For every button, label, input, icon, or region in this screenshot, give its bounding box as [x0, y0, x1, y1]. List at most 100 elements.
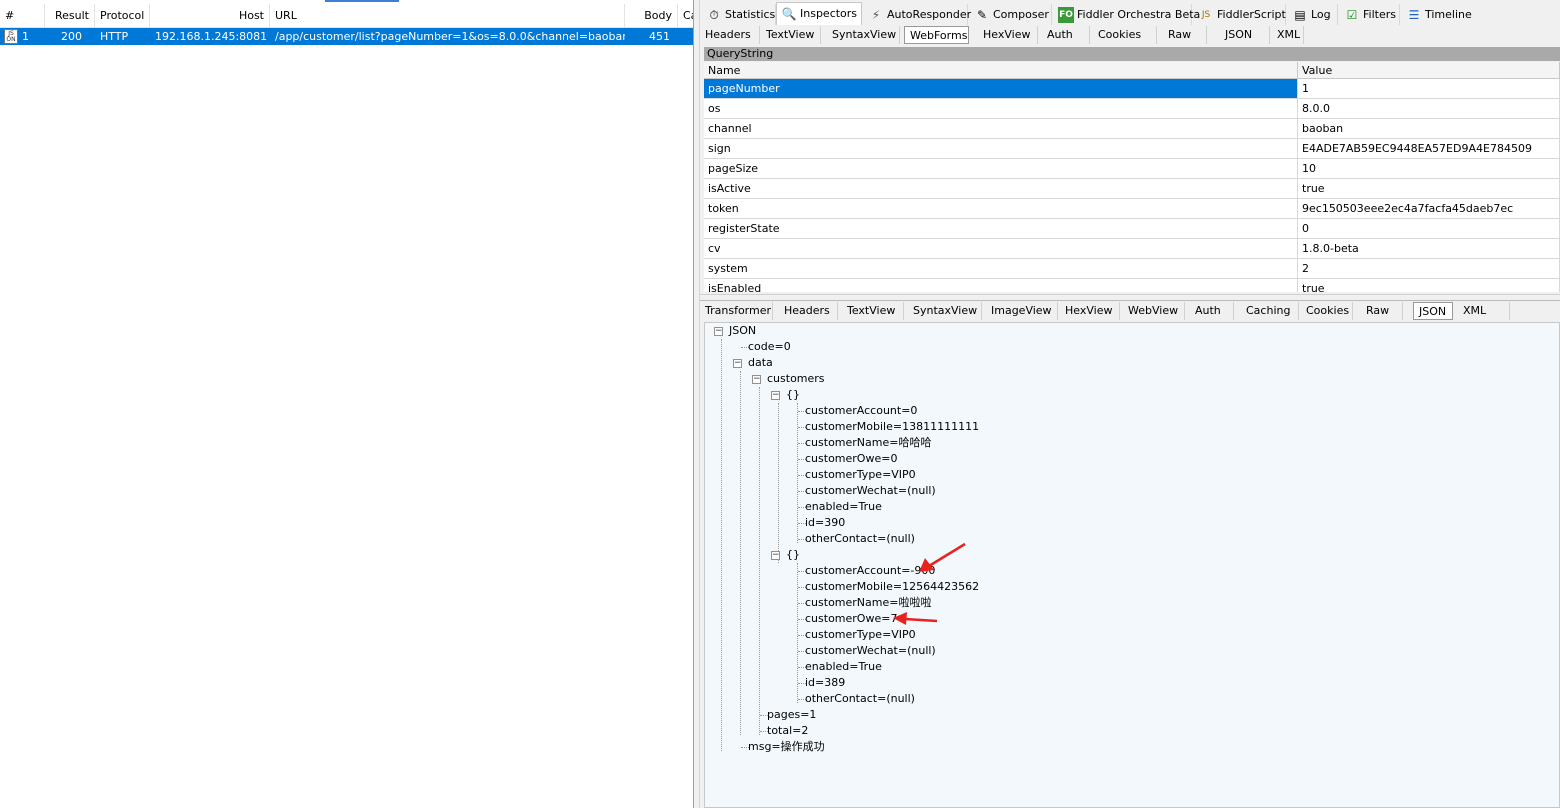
tree-node-code[interactable]: code=0 [748, 339, 791, 355]
req-tab-headers[interactable]: Headers [700, 26, 760, 44]
querystring-row[interactable]: pageSize 10 [704, 159, 1560, 179]
querystring-row[interactable]: isEnabled true [704, 279, 1560, 292]
querystring-row[interactable]: pageNumber 1 [704, 79, 1560, 99]
resp-tab-xml[interactable]: XML [1458, 302, 1510, 320]
tree-node-msg[interactable]: msg=操作成功 [748, 739, 825, 755]
tree-node-field[interactable]: customerWechat=(null) [805, 483, 936, 499]
tree-node-field[interactable]: id=390 [805, 515, 845, 531]
grid-header-name[interactable]: Name [704, 62, 1298, 79]
querystring-row[interactable]: token 9ec150503eee2ec4a7facfa45daeb7ec [704, 199, 1560, 219]
collapse-toggle[interactable]: − [733, 359, 742, 368]
req-tab-hexview[interactable]: HexView [978, 26, 1038, 44]
tree-node-customers[interactable]: customers [767, 371, 825, 387]
querystring-row[interactable]: os 8.0.0 [704, 99, 1560, 119]
tree-node-field[interactable]: enabled=True [805, 499, 882, 515]
resp-tab-webview[interactable]: WebView [1123, 302, 1185, 320]
param-name: isEnabled [704, 279, 1298, 292]
param-name: pageSize [704, 159, 1298, 179]
collapse-toggle[interactable]: − [771, 551, 780, 560]
tab-autoresponder[interactable]: ⚡ AutoResponder [864, 4, 971, 26]
param-value: 10 [1298, 159, 1560, 179]
session-row[interactable]: JS ON 1 200 HTTP 192.168.1.245:8081 /app/… [0, 28, 693, 45]
tree-node-root[interactable]: JSON [729, 323, 756, 339]
pane-splitter[interactable] [693, 0, 700, 808]
column-header-caching[interactable]: Ca [678, 4, 693, 28]
tree-node-field[interactable]: customerAccount=0 [805, 403, 917, 419]
column-header-host[interactable]: Host [150, 4, 270, 28]
querystring-row[interactable]: isActive true [704, 179, 1560, 199]
querystring-grid: Name Value pageNumber 1 os 8.0.0 channel baob… [704, 62, 1560, 292]
tab-indicator [325, 0, 399, 2]
column-header-number[interactable]: # [0, 4, 45, 28]
querystring-row[interactable]: cv 1.8.0-beta [704, 239, 1560, 259]
tab-filters[interactable]: ☑ Filters [1340, 4, 1400, 26]
tree-node-object[interactable]: {} [786, 547, 800, 563]
column-header-url[interactable]: URL [270, 4, 625, 28]
tree-node-field[interactable]: enabled=True [805, 659, 882, 675]
tab-inspectors[interactable]: 🔍 Inspectors [776, 2, 862, 26]
querystring-row[interactable]: system 2 [704, 259, 1560, 279]
req-tab-webforms[interactable]: WebForms [904, 26, 969, 44]
pencil-icon: ✎ [976, 8, 988, 22]
resp-tab-textview[interactable]: TextView [842, 302, 904, 320]
req-tab-auth[interactable]: Auth [1042, 26, 1090, 44]
tree-node-field[interactable]: customerWechat=(null) [805, 643, 936, 659]
req-tab-cookies[interactable]: Cookies [1093, 26, 1157, 44]
tree-node-field[interactable]: customerName=啦啦啦 [805, 595, 931, 611]
tab-fiddler-orchestra[interactable]: FO Fiddler Orchestra Beta [1054, 4, 1200, 26]
querystring-row[interactable]: registerState 0 [704, 219, 1560, 239]
querystring-title: QueryString [704, 47, 1560, 61]
tree-node-field[interactable]: otherContact=(null) [805, 691, 915, 707]
response-tab-bar: Transformer Headers TextView SyntaxView … [700, 301, 1560, 321]
tree-node-field[interactable]: customerOwe=0 [805, 451, 897, 467]
req-tab-textview[interactable]: TextView [761, 26, 821, 44]
tab-statistics[interactable]: ⏱ Statistics [702, 4, 776, 26]
req-tab-json[interactable]: JSON [1220, 26, 1270, 44]
tree-node-field[interactable]: customerAccount=-900 [805, 563, 935, 579]
tree-node-pages[interactable]: pages=1 [767, 707, 816, 723]
resp-tab-json[interactable]: JSON [1413, 302, 1453, 320]
tree-node-field[interactable]: customerName=哈哈哈 [805, 435, 931, 451]
column-header-protocol[interactable]: Protocol [95, 4, 150, 28]
req-tab-raw[interactable]: Raw [1163, 26, 1207, 44]
tree-node-field[interactable]: customerMobile=13811111111 [805, 419, 979, 435]
tree-node-object[interactable]: {} [786, 387, 800, 403]
session-number: 1 [22, 30, 29, 43]
req-tab-xml[interactable]: XML [1272, 26, 1304, 44]
resp-tab-headers[interactable]: Headers [779, 302, 838, 320]
tree-node-field[interactable]: id=389 [805, 675, 845, 691]
resp-tab-hexview[interactable]: HexView [1060, 302, 1120, 320]
tab-composer[interactable]: ✎ Composer [970, 4, 1052, 26]
tree-node-total[interactable]: total=2 [767, 723, 808, 739]
horizontal-splitter[interactable] [700, 294, 1560, 301]
tree-node-data[interactable]: data [748, 355, 773, 371]
req-tab-syntaxview[interactable]: SyntaxView [827, 26, 900, 44]
grid-header-value[interactable]: Value [1298, 62, 1560, 79]
resp-tab-imageview[interactable]: ImageView [986, 302, 1058, 320]
collapse-toggle[interactable]: − [771, 391, 780, 400]
tree-node-field[interactable]: customerMobile=12564423562 [805, 579, 979, 595]
resp-tab-auth[interactable]: Auth [1190, 302, 1234, 320]
column-header-result[interactable]: Result [45, 4, 95, 28]
resp-tab-transformer[interactable]: Transformer [700, 302, 773, 320]
collapse-toggle[interactable]: − [714, 327, 723, 336]
resp-tab-caching[interactable]: Caching [1241, 302, 1299, 320]
collapse-toggle[interactable]: − [752, 375, 761, 384]
param-name: registerState [704, 219, 1298, 239]
tree-node-field[interactable]: customerOwe=7 [805, 611, 897, 627]
resp-tab-syntaxview[interactable]: SyntaxView [908, 302, 982, 320]
querystring-row[interactable]: channel baoban [704, 119, 1560, 139]
column-header-body[interactable]: Body [625, 4, 678, 28]
tab-log[interactable]: ▤ Log [1288, 4, 1338, 26]
tree-node-field[interactable]: customerType=VIP0 [805, 627, 916, 643]
querystring-row[interactable]: sign E4ADE7AB59EC9448EA57ED9A4E784509 [704, 139, 1560, 159]
tab-timeline[interactable]: ☰ Timeline [1402, 4, 1472, 26]
resp-tab-cookies[interactable]: Cookies [1301, 302, 1353, 320]
stopwatch-icon: ⏱ [709, 8, 719, 22]
timeline-icon: ☰ [1408, 8, 1420, 22]
tab-fiddlerscript[interactable]: JS FiddlerScript [1194, 4, 1286, 26]
resp-tab-raw[interactable]: Raw [1361, 302, 1403, 320]
tree-node-field[interactable]: otherContact=(null) [805, 531, 915, 547]
tree-node-field[interactable]: customerType=VIP0 [805, 467, 916, 483]
fo-icon: FO [1058, 7, 1074, 23]
